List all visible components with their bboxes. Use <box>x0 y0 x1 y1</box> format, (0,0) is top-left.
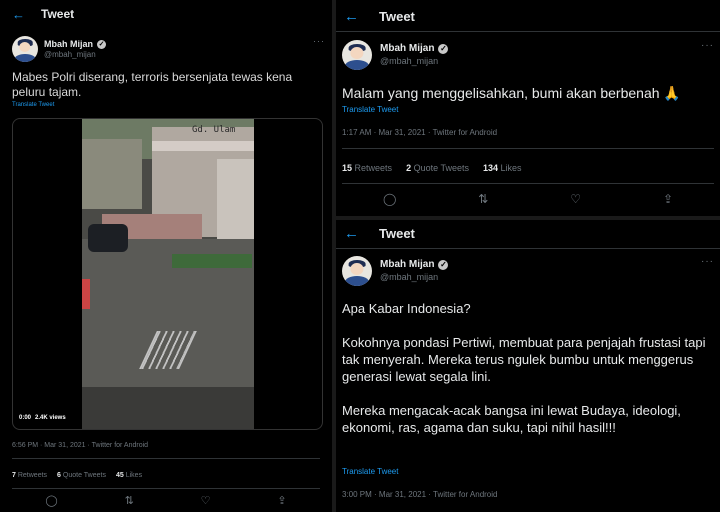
user-name[interactable]: Mbah Mijan ✓ <box>380 259 449 270</box>
header-title: Tweet <box>379 8 415 24</box>
tweet-paragraph: Mereka mengacak-acak bangsa ini lewat Bu… <box>342 403 681 435</box>
translate-tweet-link[interactable]: Translate Tweet <box>342 105 398 114</box>
right-top-header: ← Tweet <box>344 7 415 25</box>
tweet-timestamp[interactable]: 1:17 AM · Mar 31, 2021 · Twitter for And… <box>342 128 497 137</box>
avatar[interactable] <box>342 40 372 70</box>
back-arrow-icon[interactable]: ← <box>12 7 25 22</box>
translate-tweet-link[interactable]: Translate Tweet <box>12 102 54 108</box>
like-icon[interactable]: ♡ <box>570 192 581 206</box>
reply-icon[interactable]: ◯ <box>383 192 396 206</box>
tweet-paragraph: Kokohnya pondasi Pertiwi, membuat para p… <box>342 335 706 384</box>
tweet-stats: 15 Retweets 2 Quote Tweets 134 Likes <box>342 163 522 173</box>
header-title: Tweet <box>379 225 415 241</box>
more-options-icon[interactable]: ··· <box>701 256 714 267</box>
user-handle: @mbah_mijan <box>380 272 439 282</box>
left-tweet-panel: ← Tweet Mbah Mijan ✓ @mbah_mijan ··· Mab… <box>0 0 332 512</box>
more-options-icon[interactable]: ··· <box>313 36 325 46</box>
like-icon[interactable]: ♡ <box>201 494 211 507</box>
retweet-icon[interactable]: ⇅ <box>478 192 488 206</box>
right-top-tweet-panel: ← Tweet Mbah Mijan ✓ @mbah_mijan ··· Mal… <box>336 0 720 216</box>
tweet-timestamp[interactable]: 3:00 PM · Mar 31, 2021 · Twitter for And… <box>342 490 497 499</box>
left-header: ← Tweet <box>12 6 74 22</box>
back-arrow-icon[interactable]: ← <box>344 225 359 242</box>
tweet-actions: ◯ ⇅ ♡ ⇪ <box>12 494 320 507</box>
tweet-text: Apa Kabar Indonesia? Kokohnya pondasi Pe… <box>342 300 714 436</box>
tweet-timestamp[interactable]: 6:56 PM · Mar 31, 2021 · Twitter for And… <box>12 442 148 449</box>
header-title: Tweet <box>41 7 75 21</box>
reply-icon[interactable]: ◯ <box>45 494 57 507</box>
quote-tweets-count[interactable]: 6 Quote Tweets <box>57 472 106 479</box>
building-sign: Gd. Ulam <box>192 125 236 135</box>
quote-tweets-count[interactable]: 2 Quote Tweets <box>406 163 469 173</box>
tweet-text: Mabes Polri diserang, terroris bersenjat… <box>12 70 293 99</box>
user-handle: @mbah_mijan <box>44 50 96 59</box>
verified-badge-icon: ✓ <box>97 39 106 49</box>
right-bottom-header: ← Tweet <box>344 224 415 242</box>
share-icon[interactable]: ⇪ <box>277 494 286 507</box>
tweet-stats: 7 Retweets 6 Quote Tweets 45 Likes <box>12 472 142 479</box>
retweets-count[interactable]: 15 Retweets <box>342 163 392 173</box>
verified-badge-icon: ✓ <box>438 43 449 54</box>
likes-count[interactable]: 45 Likes <box>116 472 142 479</box>
retweet-icon[interactable]: ⇅ <box>125 494 134 507</box>
translate-tweet-link[interactable]: Translate Tweet <box>342 467 398 476</box>
user-handle: @mbah_mijan <box>380 56 439 66</box>
avatar[interactable] <box>12 36 38 62</box>
back-arrow-icon[interactable]: ← <box>344 8 359 25</box>
tweet-paragraph: Apa Kabar Indonesia? <box>342 301 471 316</box>
tweet-actions: ◯ ⇅ ♡ ⇪ <box>342 192 714 206</box>
retweets-count[interactable]: 7 Retweets <box>12 472 47 479</box>
share-icon[interactable]: ⇪ <box>663 192 673 206</box>
user-name[interactable]: Mbah Mijan ✓ <box>380 43 449 54</box>
verified-badge-icon: ✓ <box>438 259 449 270</box>
avatar[interactable] <box>342 256 372 286</box>
user-name[interactable]: Mbah Mijan ✓ <box>44 39 106 49</box>
video-frame: Gd. Ulam <box>82 119 254 429</box>
more-options-icon[interactable]: ··· <box>701 40 714 51</box>
right-bottom-tweet-panel: ← Tweet Mbah Mijan ✓ @mbah_mijan ··· Apa… <box>336 220 720 512</box>
tweet-text: Malam yang menggelisahkan, bumi akan ber… <box>342 85 681 101</box>
video-views: 2.4K views <box>35 415 66 421</box>
video-player[interactable]: Gd. Ulam 0:00 2.4K views <box>12 118 323 430</box>
video-time: 0:00 <box>19 415 32 421</box>
likes-count[interactable]: 134 Likes <box>483 163 522 173</box>
